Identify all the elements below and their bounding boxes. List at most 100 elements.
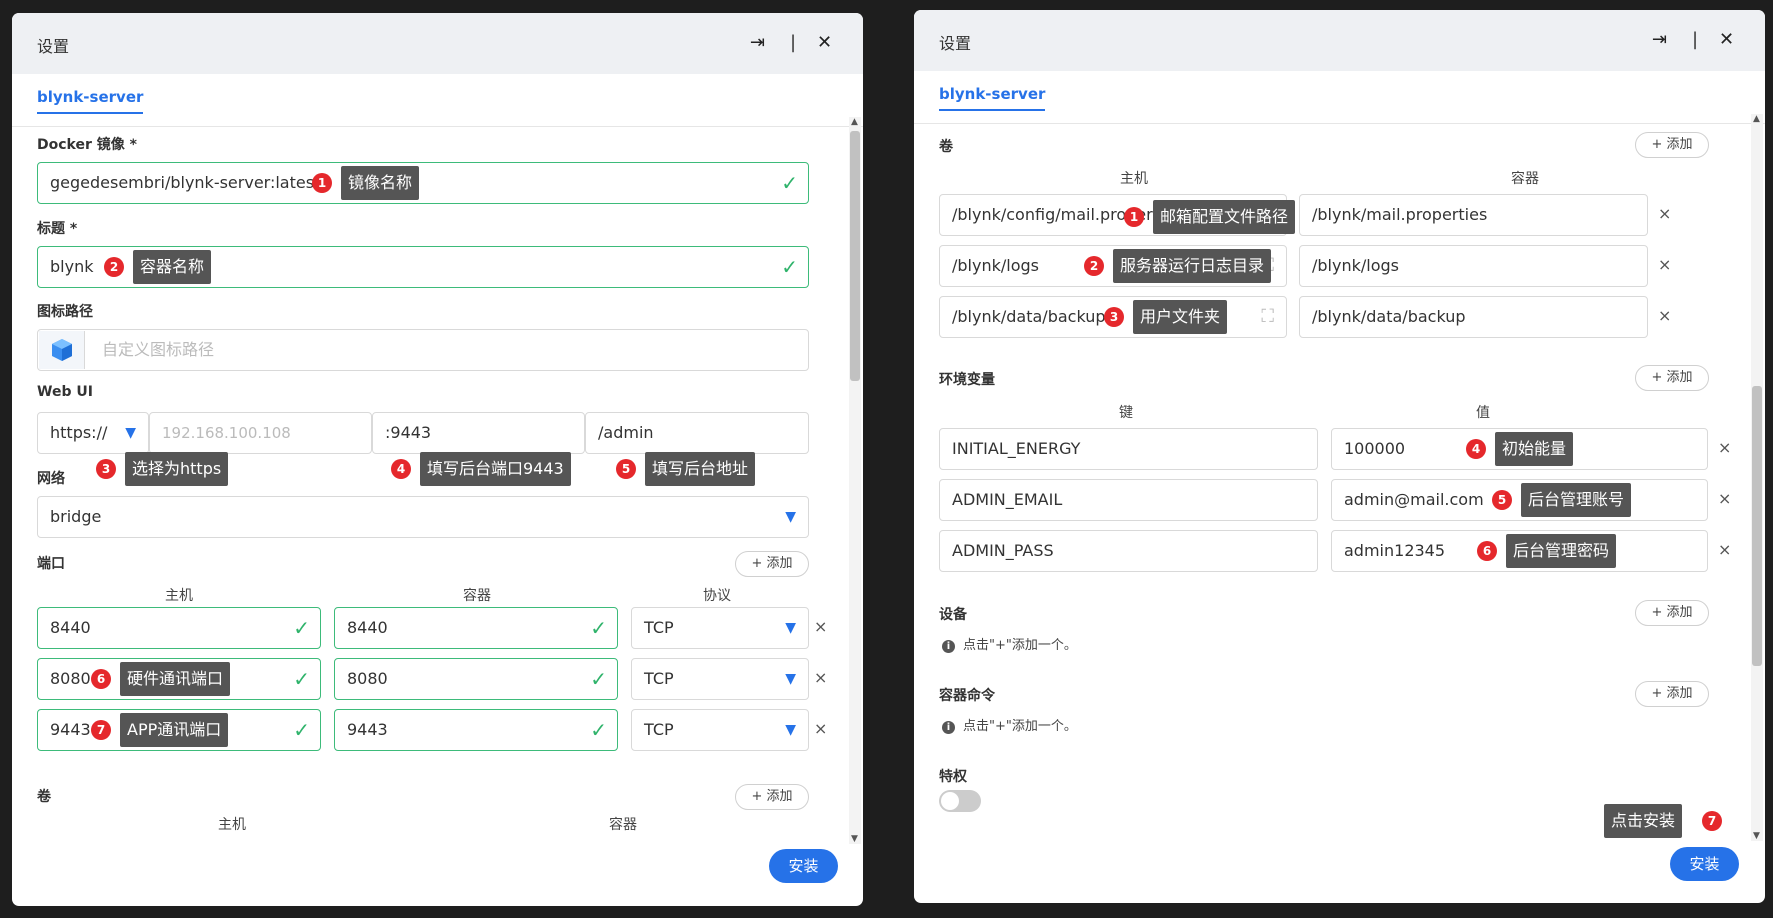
annotation-badge: 1 <box>1124 207 1144 227</box>
remove-port-icon[interactable]: × <box>814 668 827 687</box>
port-host-input[interactable]: 8440 ✓ <box>37 607 321 649</box>
remove-volume-icon[interactable]: × <box>1658 255 1671 274</box>
port-protocol-select[interactable]: TCP ▼ <box>631 607 809 649</box>
settings-dialog-right: 设置 ⇥ | ✕ blynk-server ▲ ▼ 卷 + 添加 主机 容器 /… <box>914 10 1765 903</box>
remove-port-icon[interactable]: × <box>814 719 827 738</box>
docker-image-label: Docker 镜像 * <box>37 137 137 153</box>
ports-label: 端口 <box>37 556 65 572</box>
scrollbar[interactable]: ▲ ▼ <box>849 117 861 844</box>
scan-icon[interactable]: ⛶ <box>1261 297 1274 337</box>
check-icon: ✓ <box>293 667 310 691</box>
cube-icon <box>39 331 85 369</box>
check-icon: ✓ <box>590 616 607 640</box>
annotation-tooltip: 填写后台端口9443 <box>420 452 571 486</box>
annotation-badge: 2 <box>1084 256 1104 276</box>
exit-icon[interactable]: ⇥ <box>1652 30 1667 50</box>
scrollbar[interactable]: ▲ ▼ <box>1751 114 1763 841</box>
annotation-tooltip: 选择为https <box>125 452 229 486</box>
check-icon: ✓ <box>590 667 607 691</box>
add-volume-button[interactable]: + 添加 <box>1635 132 1709 158</box>
annotation-badge: 6 <box>1477 541 1497 561</box>
network-label: 网络 <box>37 471 65 487</box>
scroll-down-icon[interactable]: ▼ <box>851 834 858 844</box>
tab-bar: blynk-server <box>914 71 1765 124</box>
annotation-tooltip: 镜像名称 <box>341 166 420 200</box>
chevron-down-icon: ▼ <box>785 722 796 738</box>
scrollbar-thumb[interactable] <box>1752 386 1762 666</box>
scroll-up-icon[interactable]: ▲ <box>1753 114 1760 124</box>
tab-blynk-server[interactable]: blynk-server <box>37 88 144 114</box>
port-protocol-select[interactable]: TCP ▼ <box>631 709 809 751</box>
volume-container-input[interactable]: /blynk/logs <box>1299 245 1648 287</box>
command-hint: i 点击"+"添加一个。 <box>942 715 1077 734</box>
port-container-input[interactable]: 8080 ✓ <box>334 658 618 700</box>
annotation-tooltip: 后台管理密码 <box>1506 534 1617 568</box>
tab-blynk-server[interactable]: blynk-server <box>939 85 1046 111</box>
remove-env-icon[interactable]: × <box>1718 489 1731 508</box>
port-protocol-select[interactable]: TCP ▼ <box>631 658 809 700</box>
env-key-input[interactable]: INITIAL_ENERGY <box>939 428 1318 470</box>
remove-volume-icon[interactable]: × <box>1658 204 1671 223</box>
webui-host-input[interactable]: 192.168.100.108 <box>149 412 372 454</box>
dialog-title: 设置 <box>37 37 70 56</box>
network-select[interactable]: bridge ▼ <box>37 496 809 538</box>
remove-volume-icon[interactable]: × <box>1658 306 1671 325</box>
check-icon: ✓ <box>293 616 310 640</box>
title-label: 标题 * <box>37 221 78 237</box>
annotation-badge: 4 <box>391 459 411 479</box>
add-command-button[interactable]: + 添加 <box>1635 681 1709 707</box>
toggle-knob <box>941 792 959 810</box>
remove-env-icon[interactable]: × <box>1718 438 1731 457</box>
webui-port-input[interactable]: :9443 <box>372 412 585 454</box>
close-icon[interactable]: ✕ <box>1719 30 1734 50</box>
volume-container-input[interactable]: /blynk/mail.properties <box>1299 194 1648 236</box>
add-volume-button[interactable]: + 添加 <box>735 784 809 810</box>
annotation-badge: 7 <box>91 720 111 740</box>
annotation-badge: 5 <box>1492 490 1512 510</box>
chevron-down-icon: ▼ <box>785 509 796 525</box>
dialog-header: 设置 ⇥ | ✕ <box>12 13 863 74</box>
annotation-badge: 7 <box>1702 811 1722 831</box>
install-button[interactable]: 安装 <box>1670 847 1739 881</box>
scroll-up-icon[interactable]: ▲ <box>851 117 858 127</box>
env-key-input[interactable]: ADMIN_EMAIL <box>939 479 1318 521</box>
scrollbar-thumb[interactable] <box>850 131 860 381</box>
remove-env-icon[interactable]: × <box>1718 540 1731 559</box>
env-value-input[interactable]: admin@mail.com <box>1331 479 1708 521</box>
exit-icon[interactable]: ⇥ <box>750 33 765 53</box>
icon-path-input[interactable]: 自定义图标路径 <box>37 329 809 371</box>
env-col-key: 键 <box>1119 405 1133 421</box>
webui-protocol-select[interactable]: https:// ▼ <box>37 412 149 454</box>
volume-container-input[interactable]: /blynk/data/backup <box>1299 296 1648 338</box>
close-icon[interactable]: ✕ <box>817 33 832 53</box>
docker-image-input[interactable]: gegedesembri/blynk-server:latest ✓ <box>37 162 809 204</box>
add-device-button[interactable]: + 添加 <box>1635 600 1709 626</box>
annotation-badge: 1 <box>312 173 332 193</box>
annotation-tooltip: 容器名称 <box>133 250 212 284</box>
annotation-tooltip: 服务器运行日志目录 <box>1113 249 1272 283</box>
port-container-input[interactable]: 8440 ✓ <box>334 607 618 649</box>
add-port-button[interactable]: + 添加 <box>735 551 809 577</box>
annotation-tooltip: 邮箱配置文件路径 <box>1153 200 1296 234</box>
remove-port-icon[interactable]: × <box>814 617 827 636</box>
col-container: 容器 <box>463 588 491 604</box>
webui-path-input[interactable]: /admin <box>585 412 809 454</box>
vol-col-host: 主机 <box>218 817 246 833</box>
port-container-input[interactable]: 9443 ✓ <box>334 709 618 751</box>
add-env-button[interactable]: + 添加 <box>1635 365 1709 391</box>
annotation-tooltip: 硬件通讯端口 <box>120 662 231 696</box>
privileged-label: 特权 <box>939 769 967 785</box>
annotation-badge: 6 <box>91 669 111 689</box>
annotation-badge: 5 <box>616 459 636 479</box>
dialog-header: 设置 ⇥ | ✕ <box>914 10 1765 71</box>
env-key-input[interactable]: ADMIN_PASS <box>939 530 1318 572</box>
scroll-down-icon[interactable]: ▼ <box>1753 831 1760 841</box>
icon-path-label: 图标路径 <box>37 304 93 320</box>
privileged-toggle[interactable] <box>939 790 981 812</box>
annotation-tooltip: 用户文件夹 <box>1133 300 1228 334</box>
devices-hint: i 点击"+"添加一个。 <box>942 634 1077 653</box>
vol-col-host: 主机 <box>1120 171 1148 187</box>
volumes-label: 卷 <box>939 139 953 155</box>
install-button[interactable]: 安装 <box>769 849 838 883</box>
annotation-tooltip: APP通讯端口 <box>120 713 229 747</box>
